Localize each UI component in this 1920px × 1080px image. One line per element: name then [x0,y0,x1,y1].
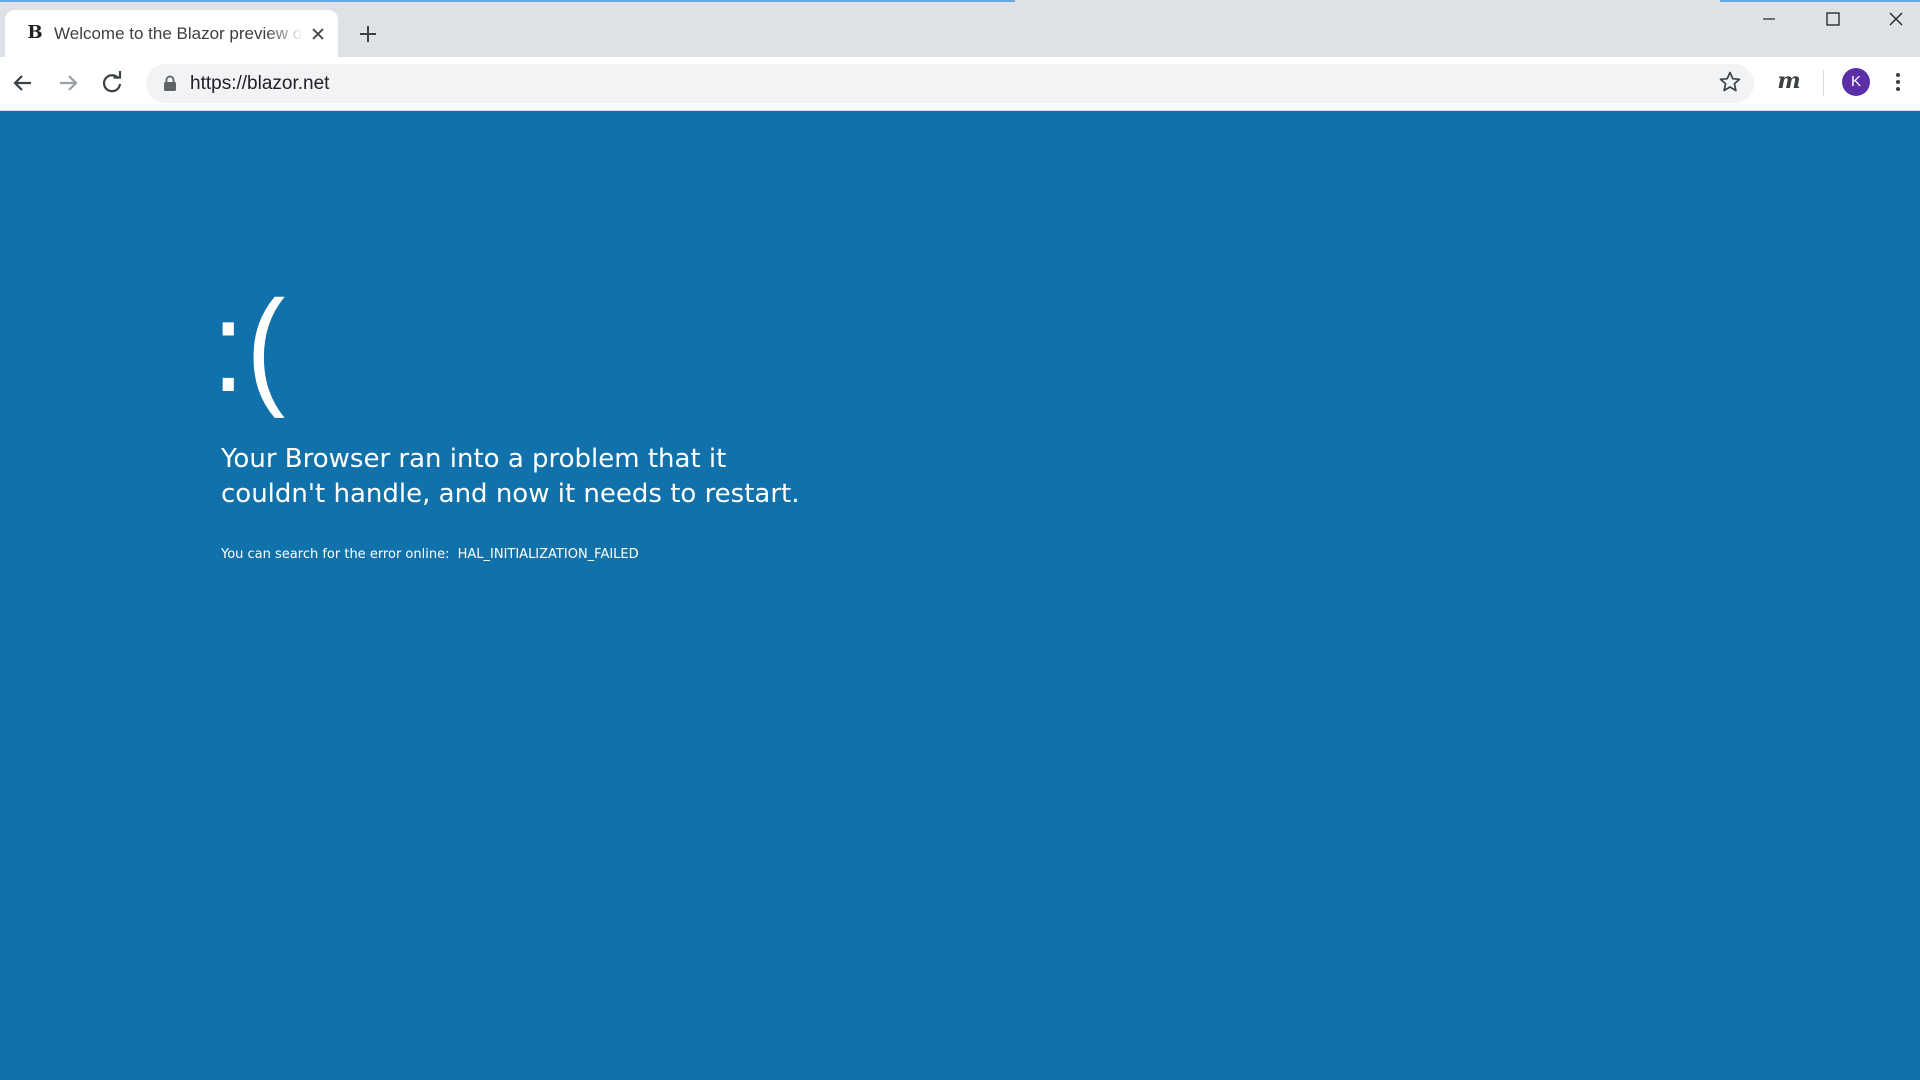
tab-title: Welcome to the Blazor preview o [54,24,303,43]
browser-toolbar: https://blazor.net [0,57,1920,111]
url-text[interactable]: https://blazor.net [190,72,329,95]
minimize-icon[interactable] [1746,6,1792,36]
page-content: :( Your Browser ran into a problem that … [0,111,1920,1080]
plus-icon[interactable] [355,21,381,47]
loading-indicator-segment [1720,0,1920,2]
profile-avatar[interactable]: K [1842,68,1870,96]
error-code: HAL_INITIALIZATION_FAILED [457,547,639,562]
toolbar-divider [1823,70,1824,96]
tab-blazor[interactable]: B Welcome to the Blazor preview o [5,10,338,57]
forward-arrow-icon[interactable] [54,69,82,97]
bookmark-star-icon[interactable] [1718,70,1742,94]
maximize-icon[interactable] [1810,6,1856,36]
search-text: You can search for the error online: [221,547,450,562]
title-bar: B Welcome to the Blazor preview o [0,0,1920,57]
lock-icon [163,75,177,92]
sad-face: :( [212,273,288,419]
window-close-icon[interactable] [1873,6,1919,36]
error-search-info: You can search for the error online: HAL… [221,547,639,562]
more-menu-icon[interactable] [1886,70,1910,94]
address-bar[interactable]: https://blazor.net [146,64,1754,103]
extension-icon[interactable]: m [1774,66,1804,96]
tab-favicon: B [27,22,43,43]
back-arrow-icon[interactable] [9,69,37,97]
reload-icon[interactable] [98,69,126,97]
close-icon[interactable] [307,23,329,45]
loading-indicator [0,0,1015,2]
error-headline: Your Browser ran into a problem that it … [221,444,800,509]
